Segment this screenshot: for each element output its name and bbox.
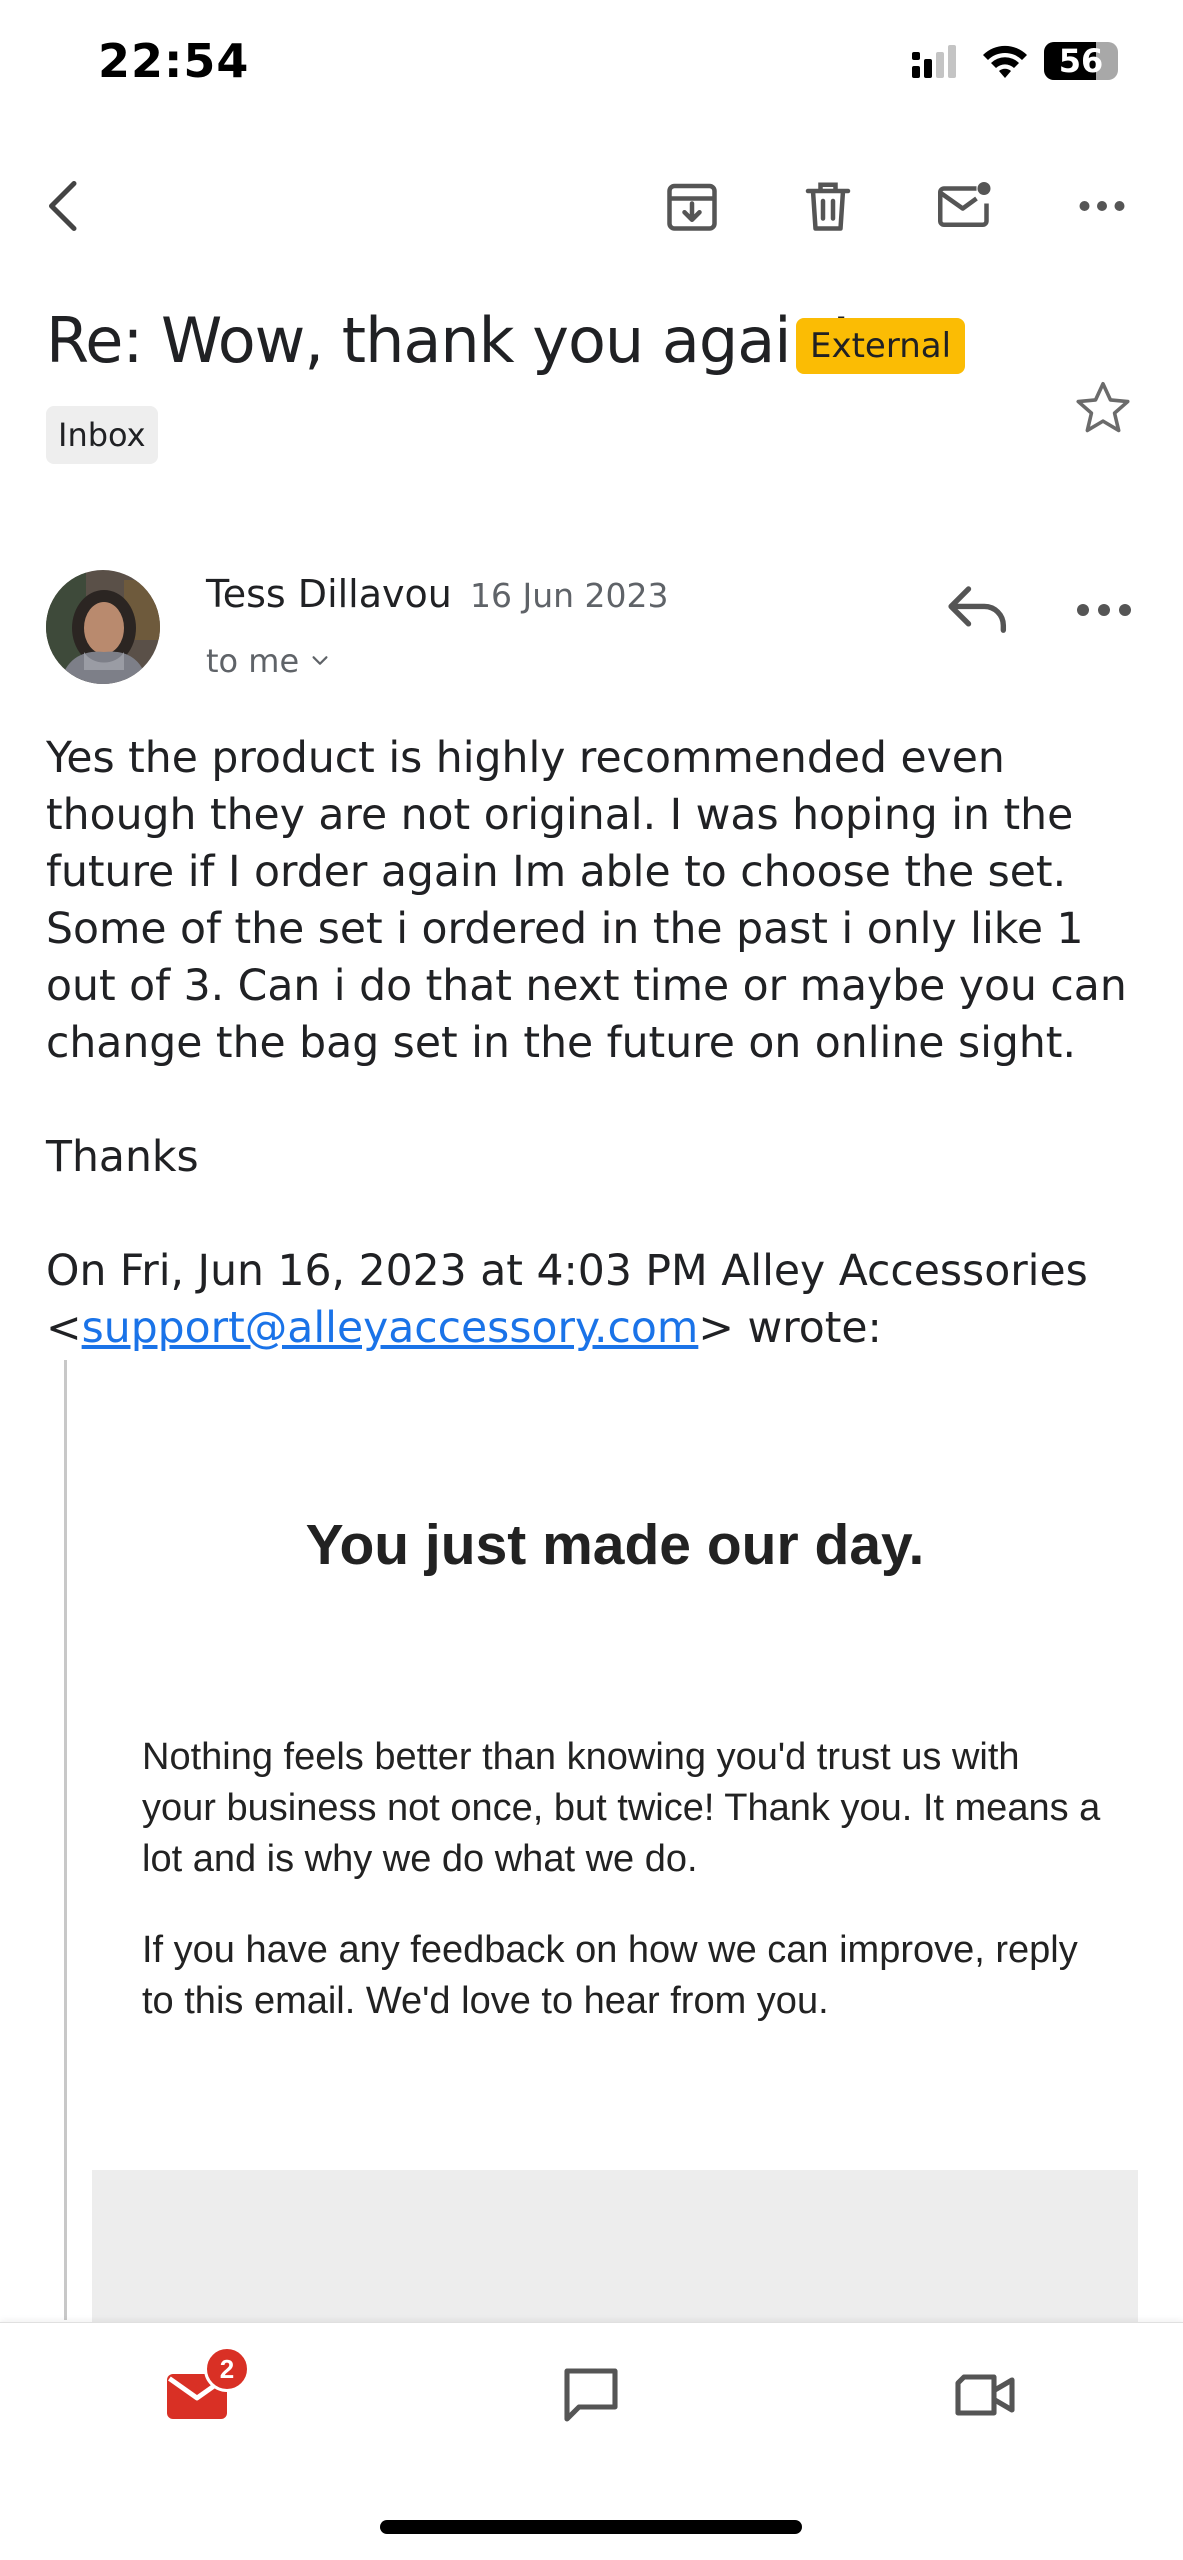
quoted-content-block [92,2170,1138,2330]
quote-email-link[interactable]: support@alleyaccessory.com [82,1304,699,1353]
quote-intro: On Fri, Jun 16, 2023 at 4:03 PM Alley Ac… [46,1247,1088,1296]
mark-unread-button[interactable] [928,170,1000,242]
delete-button[interactable] [792,170,864,242]
email-date: 16 Jun 2023 [470,576,669,615]
back-button[interactable] [28,170,100,242]
archive-button[interactable] [656,170,728,242]
body-signoff: Thanks [46,1133,199,1182]
reply-icon [948,586,1007,633]
mark-unread-icon [938,182,991,227]
email-body: Yes the product is highly recommended ev… [46,730,1156,1357]
quoted-paragraph: If you have any feedback on how we can i… [142,1929,1078,2022]
archive-icon [667,183,717,231]
quote-header: On Fri, Jun 16, 2023 at 4:03 PM Alley Ac… [46,1247,1088,1353]
cellular-signal-icon [912,45,956,78]
wifi-icon [983,45,1027,78]
external-badge: External [796,318,966,374]
chat-icon [564,2368,618,2422]
more-icon [1079,201,1125,211]
nav-meet-tab[interactable] [940,2350,1030,2440]
body-paragraph: Yes the product is highly recommended ev… [46,734,1127,1068]
more-options-button[interactable] [1066,170,1138,242]
battery-level: 56 [1058,42,1104,80]
back-icon [49,181,77,231]
recipient-toggle[interactable]: to me [206,642,331,680]
avatar-photo [46,570,160,684]
recipient-label: to me [206,642,300,680]
sender-avatar[interactable] [46,570,160,684]
nav-chat-tab[interactable] [546,2350,636,2440]
reply-button[interactable] [940,570,1016,646]
status-time: 22:54 [98,34,250,88]
message-more-button[interactable] [1068,574,1140,646]
star-icon[interactable] [1070,376,1136,442]
quoted-headline: You just made our day. [305,1513,925,1577]
video-icon [955,2374,1015,2416]
folder-label-inbox[interactable]: Inbox [46,406,158,464]
home-indicator [380,2520,802,2534]
quote-bar [64,1360,67,2320]
delete-icon [805,182,851,231]
battery-indicator: 56 [1044,42,1118,80]
email-subject: Re: Wow, thank you again! [46,304,854,377]
more-icon [1077,604,1131,616]
sender-name: Tess Dillavou [206,572,452,616]
quote-wrote: wrote: [747,1304,882,1353]
quoted-paragraph: Nothing feels better than knowing you'd … [142,1736,1101,1880]
chevron-down-icon [312,656,328,665]
unread-count-badge: 2 [204,2346,250,2392]
